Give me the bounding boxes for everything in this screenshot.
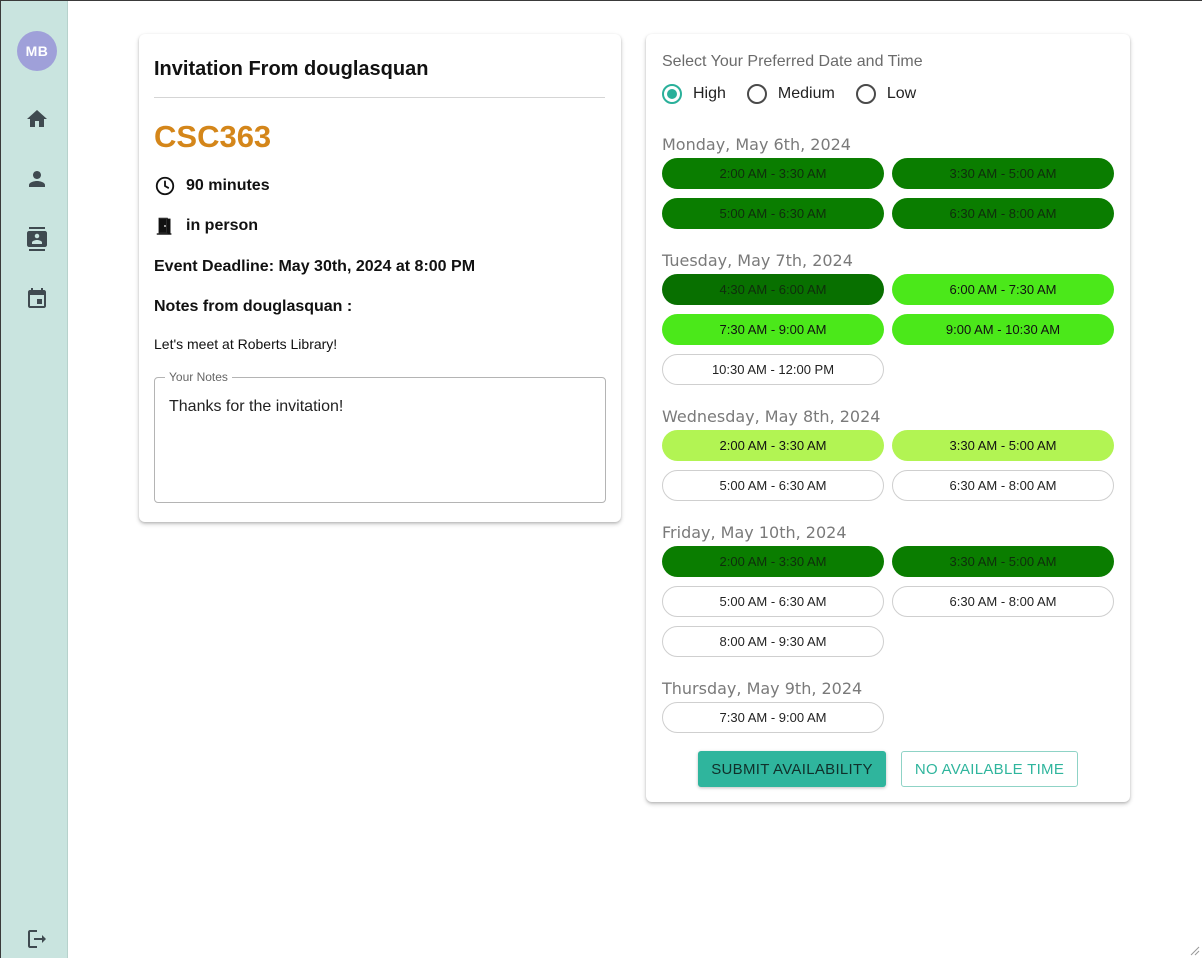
course-code: CSC363	[154, 119, 272, 154]
avatar[interactable]: MB	[17, 31, 57, 71]
door-icon	[156, 217, 172, 235]
time-slot[interactable]: 2:00 AM - 3:30 AM	[662, 546, 884, 577]
radio-low[interactable]: Low	[855, 84, 917, 104]
time-slot[interactable]: 3:30 AM - 5:00 AM	[892, 546, 1114, 577]
location-row: in person	[154, 215, 258, 237]
time-slot[interactable]: 6:30 AM - 8:00 AM	[892, 470, 1114, 501]
time-slot[interactable]: 3:30 AM - 5:00 AM	[892, 158, 1114, 189]
clock-icon	[155, 176, 175, 196]
availability-card: Select Your Preferred Date and Time High…	[646, 34, 1130, 802]
radio-medium[interactable]: Medium	[746, 84, 835, 104]
person-icon[interactable]	[23, 165, 51, 193]
invitation-card: Invitation From douglasquan CSC363 90 mi…	[139, 34, 621, 522]
day-label: Thursday, May 9th, 2024	[662, 679, 863, 698]
time-slot[interactable]: 6:30 AM - 8:00 AM	[892, 198, 1114, 229]
day-label: Wednesday, May 8th, 2024	[662, 407, 881, 426]
radio-unchecked-icon	[855, 84, 876, 104]
preference-title: Select Your Preferred Date and Time	[662, 53, 923, 70]
time-slot[interactable]: 4:30 AM - 6:00 AM	[662, 274, 884, 305]
divider	[154, 97, 605, 98]
radio-high[interactable]: High	[662, 84, 726, 104]
home-icon[interactable]	[23, 105, 51, 133]
sidebar: MB	[1, 1, 68, 958]
time-slot[interactable]: 2:00 AM - 3:30 AM	[662, 158, 884, 189]
radio-unchecked-icon	[746, 84, 767, 104]
your-notes-label: Your Notes	[165, 370, 232, 384]
radio-high-label: High	[693, 85, 726, 102]
notes-heading: Notes from douglasquan :	[154, 298, 353, 315]
your-notes-value[interactable]: Thanks for the invitation!	[169, 398, 343, 416]
time-slot[interactable]: 10:30 AM - 12:00 PM	[662, 354, 884, 385]
time-slot[interactable]: 7:30 AM - 9:00 AM	[662, 702, 884, 733]
duration-row: 90 minutes	[154, 175, 270, 197]
time-slot[interactable]: 2:00 AM - 3:30 AM	[662, 430, 884, 461]
radio-checked-icon	[662, 84, 682, 104]
calendar-icon[interactable]	[23, 285, 51, 313]
time-slot[interactable]: 3:30 AM - 5:00 AM	[892, 430, 1114, 461]
day-label: Tuesday, May 7th, 2024	[662, 251, 853, 270]
logout-icon[interactable]	[23, 925, 51, 953]
contacts-icon[interactable]	[23, 225, 51, 253]
time-slot[interactable]: 7:30 AM - 9:00 AM	[662, 314, 884, 345]
your-notes-field[interactable]: Your Notes Thanks for the invitation!	[154, 370, 606, 503]
time-slot[interactable]: 8:00 AM - 9:30 AM	[662, 626, 884, 657]
submit-availability-button[interactable]: SUBMIT AVAILABILITY	[698, 751, 886, 787]
host-notes: Let's meet at Roberts Library!	[154, 336, 338, 352]
time-slot[interactable]: 5:00 AM - 6:30 AM	[662, 198, 884, 229]
time-slot[interactable]: 6:30 AM - 8:00 AM	[892, 586, 1114, 617]
time-slot[interactable]: 9:00 AM - 10:30 AM	[892, 314, 1114, 345]
invitation-title: Invitation From douglasquan	[154, 58, 429, 80]
location-text: in person	[186, 217, 259, 234]
time-slot[interactable]: 5:00 AM - 6:30 AM	[662, 586, 884, 617]
no-available-time-button[interactable]: NO AVAILABLE TIME	[901, 751, 1078, 787]
day-label: Friday, May 10th, 2024	[662, 523, 847, 542]
time-slot[interactable]: 5:00 AM - 6:30 AM	[662, 470, 884, 501]
priority-radio-group: High Medium Low	[662, 84, 937, 104]
day-label: Monday, May 6th, 2024	[662, 135, 851, 154]
radio-low-label: Low	[886, 85, 917, 102]
event-deadline: Event Deadline: May 30th, 2024 at 8:00 P…	[154, 258, 476, 275]
duration-text: 90 minutes	[186, 177, 270, 194]
resize-handle-icon[interactable]	[1188, 944, 1200, 956]
time-slot[interactable]: 6:00 AM - 7:30 AM	[892, 274, 1114, 305]
radio-medium-label: Medium	[777, 85, 835, 102]
